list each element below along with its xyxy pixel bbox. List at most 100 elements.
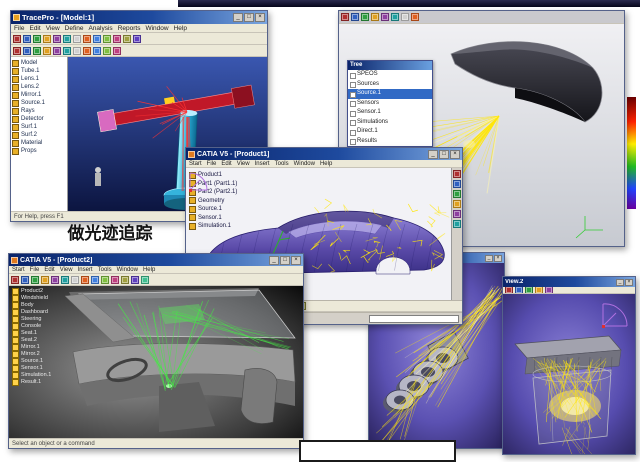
tree-item[interactable]: Product2 <box>12 288 51 295</box>
tree-item[interactable]: Source.1 <box>189 205 237 214</box>
dialog-tree-item[interactable]: Sensors <box>348 99 432 109</box>
tracepro-titlebar[interactable]: TracePro - [Model:1] _ □ × <box>11 11 267 24</box>
toolbar-icon[interactable] <box>53 35 61 43</box>
catia-titlebar[interactable]: CATIA V5 - [Product1] _ □ × <box>186 148 462 160</box>
close-button[interactable]: × <box>494 255 502 262</box>
lamp-viewport[interactable] <box>503 294 635 454</box>
toolbar-icon[interactable] <box>103 47 111 55</box>
tree-item[interactable]: Props <box>12 147 66 155</box>
menu-item[interactable]: Edit <box>44 267 54 273</box>
hud-viewport[interactable]: Product2WindshieldBodyDashboardSteeringC… <box>9 286 303 438</box>
toolbar-icon[interactable] <box>23 47 31 55</box>
toolbar-icon[interactable] <box>453 190 461 198</box>
toolbar-icon[interactable] <box>361 13 369 21</box>
toolbar-icon[interactable] <box>33 47 41 55</box>
minimize-button[interactable]: _ <box>428 150 438 159</box>
tree-item[interactable]: Tube.1 <box>12 67 66 75</box>
minimize-button[interactable]: _ <box>616 279 624 286</box>
dialog-tree-item[interactable]: Direct.1 <box>348 127 432 137</box>
toolbar-icon[interactable] <box>23 35 31 43</box>
toolbar-icon[interactable] <box>31 276 39 284</box>
toolbar-icon[interactable] <box>51 276 59 284</box>
toolbar-icon[interactable] <box>13 35 21 43</box>
toolbar-icon[interactable] <box>141 276 149 284</box>
menu-item[interactable]: File <box>30 267 40 273</box>
toolbar-icon[interactable] <box>83 47 91 55</box>
toolbar-icon[interactable] <box>453 220 461 228</box>
toolbar-icon[interactable] <box>11 276 19 284</box>
tree-item[interactable]: Geometry <box>189 197 237 206</box>
tree-item[interactable]: Rays <box>12 107 66 115</box>
tree-item[interactable]: Model <box>12 59 66 67</box>
toolbar-icon[interactable] <box>41 276 49 284</box>
menu-item[interactable]: Edit <box>221 161 231 167</box>
tree-item[interactable]: Surf.2 <box>12 131 66 139</box>
toolbar-icon[interactable] <box>545 287 553 294</box>
tree-item[interactable]: Mirror.1 <box>12 91 66 99</box>
menu-item[interactable]: Reports <box>118 25 141 32</box>
toolbar-icon[interactable] <box>91 276 99 284</box>
close-button[interactable]: × <box>291 256 301 265</box>
toolbar-icon[interactable] <box>133 35 141 43</box>
catia-compass[interactable] <box>186 170 210 194</box>
dialog-tree-item[interactable]: Simulations <box>348 118 432 128</box>
toolbar-icon[interactable] <box>411 13 419 21</box>
toolbar-icon[interactable] <box>453 170 461 178</box>
menu-item[interactable]: Edit <box>29 25 40 32</box>
toolbar-icon[interactable] <box>341 13 349 21</box>
menu-item[interactable]: Tools <box>98 267 112 273</box>
close-button[interactable]: × <box>450 150 460 159</box>
toolbar-icon[interactable] <box>111 276 119 284</box>
menu-item[interactable]: Define <box>65 25 84 32</box>
tree-item[interactable]: Detector <box>12 115 66 123</box>
toolbar-icon[interactable] <box>21 276 29 284</box>
hud-titlebar[interactable]: CATIA V5 - [Product2] _ □ × <box>9 254 303 266</box>
tree-item[interactable]: Mirror.1 <box>12 344 51 351</box>
tree-item[interactable]: Material <box>12 139 66 147</box>
tree-item[interactable]: Simulation.1 <box>12 372 51 379</box>
menu-item[interactable]: Window <box>145 25 168 32</box>
menu-item[interactable]: View <box>46 25 60 32</box>
toolbar-icon[interactable] <box>113 47 121 55</box>
toolbar-icon[interactable] <box>83 35 91 43</box>
toolbar-icon[interactable] <box>73 47 81 55</box>
maximize-button[interactable]: □ <box>244 13 254 22</box>
tree-item[interactable]: Steering <box>12 316 51 323</box>
toolbar-icon[interactable] <box>73 35 81 43</box>
toolbar-icon[interactable] <box>381 13 389 21</box>
toolbar-icon[interactable] <box>351 13 359 21</box>
bottom-text-box[interactable] <box>299 440 456 462</box>
close-button[interactable]: × <box>255 13 265 22</box>
tree-item[interactable]: Source.1 <box>12 99 66 107</box>
toolbar-icon[interactable] <box>101 276 109 284</box>
tree-item[interactable]: Windshield <box>12 295 51 302</box>
toolbar-icon[interactable] <box>63 47 71 55</box>
tree-item[interactable]: Source.1 <box>12 358 51 365</box>
dialog-tree-item[interactable]: SPEOS <box>348 70 432 80</box>
tree-item[interactable]: Seat.2 <box>12 337 51 344</box>
toolbar-icon[interactable] <box>401 13 409 21</box>
tree-item[interactable]: Sensor.1 <box>12 365 51 372</box>
toolbar-icon[interactable] <box>63 35 71 43</box>
menu-item[interactable]: Start <box>12 267 25 273</box>
menu-item[interactable]: Tools <box>275 161 289 167</box>
tree-item[interactable]: Simulation.1 <box>189 222 237 231</box>
tree-item[interactable]: Lens.2 <box>12 83 66 91</box>
toolbar-icon[interactable] <box>123 35 131 43</box>
toolbar-icon[interactable] <box>391 13 399 21</box>
minimize-button[interactable]: _ <box>233 13 243 22</box>
minimize-button[interactable]: _ <box>269 256 279 265</box>
menu-item[interactable]: File <box>207 161 217 167</box>
menu-item[interactable]: File <box>14 25 24 32</box>
menu-item[interactable]: Window <box>294 161 315 167</box>
toolbar-icon[interactable] <box>13 47 21 55</box>
toolbar-icon[interactable] <box>93 35 101 43</box>
toolbar-icon[interactable] <box>535 287 543 294</box>
toolbar-icon[interactable] <box>43 35 51 43</box>
dialog-tree-item[interactable]: Results <box>348 137 432 147</box>
command-input[interactable] <box>369 315 459 323</box>
menu-item[interactable]: Help <box>174 25 187 32</box>
menu-item[interactable]: Help <box>320 161 332 167</box>
toolbar-icon[interactable] <box>33 35 41 43</box>
menu-item[interactable]: View <box>60 267 73 273</box>
